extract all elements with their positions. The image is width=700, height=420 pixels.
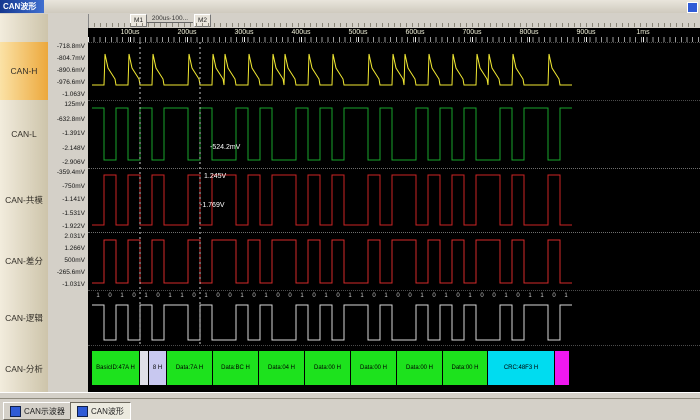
can-l-trace <box>92 108 572 160</box>
logic-bit-value: 1 <box>164 293 176 299</box>
channel-label-2[interactable]: CAN-L <box>0 100 49 169</box>
logic-bit-value: 1 <box>440 293 452 299</box>
voltage-scale-column: -718.8mV -804.7mV -890.6mV -976.6mV -1.063V 1… <box>48 14 89 392</box>
app-icon <box>77 406 88 417</box>
logic-bit-value: 0 <box>428 293 440 299</box>
scale-value: -1.531V <box>62 210 85 217</box>
waveform-plot[interactable]: BasicID:47A H8 HData:7A HData:BC HData:0… <box>88 28 700 392</box>
scale-value: -1.031V <box>62 281 85 288</box>
channel-label-3[interactable]: CAN-共模 <box>0 168 49 233</box>
ruler-ticks <box>88 23 700 27</box>
logic-bit-value: 1 <box>524 293 536 299</box>
sidebar-header <box>0 14 49 43</box>
logic-bit-value: 0 <box>188 293 200 299</box>
scale-value: -1.922V <box>62 223 85 230</box>
logic-bit-value: 0 <box>392 293 404 299</box>
logic-bit-value: 1 <box>536 293 548 299</box>
scale-value: 125mV <box>64 101 85 108</box>
scale-value: -632.8mV <box>57 116 85 123</box>
title-bar: CAN波形 <box>0 0 700 14</box>
logic-bit-value: 1 <box>464 293 476 299</box>
scale-value: -2.148V <box>62 145 85 152</box>
scale-value: -804.7mV <box>57 55 85 62</box>
logic-bit-value: 0 <box>308 293 320 299</box>
logic-bit-value: 1 <box>140 293 152 299</box>
logic-bit-value: 0 <box>404 293 416 299</box>
scale-value: -1.141V <box>62 196 85 203</box>
scale-value: -718.8mV <box>57 43 85 50</box>
taskbar-button-2[interactable]: CAN波形 <box>70 402 131 420</box>
logic-bit-value: 1 <box>356 293 368 299</box>
logic-bit-value: 1 <box>296 293 308 299</box>
channel-label-5[interactable]: CAN-逻辑 <box>0 290 49 346</box>
channel-label-1[interactable]: CAN-H <box>0 42 49 101</box>
scale-value: 500mV <box>64 257 85 264</box>
logic-bit-value: 1 <box>500 293 512 299</box>
can-differential-trace <box>92 240 572 283</box>
logic-bit-value: 1 <box>92 293 104 299</box>
logic-bit-value: 0 <box>272 293 284 299</box>
channel-label-6[interactable]: CAN-分析 <box>0 345 49 393</box>
scale-value: -890.6mV <box>57 67 85 74</box>
marker-ruler: M1 200us·100... M2 <box>0 13 700 29</box>
logic-bit-value: 0 <box>476 293 488 299</box>
taskbar-button-label: CAN示波器 <box>24 406 65 417</box>
logic-bit-value: 0 <box>212 293 224 299</box>
cursor-readout: -524.2mV <box>210 144 240 151</box>
taskbar: CAN示波器 CAN波形 <box>0 398 700 420</box>
scale-value: 1.266V <box>64 245 85 252</box>
can-waveform-window: { "window": {"title": "CAN波形"}, "ruler":… <box>0 0 700 420</box>
taskbar-button-1[interactable]: CAN示波器 <box>3 402 72 420</box>
window-title: CAN波形 <box>0 0 44 13</box>
logic-bit-value: 0 <box>152 293 164 299</box>
channel-label-4[interactable]: CAN-差分 <box>0 232 49 291</box>
logic-bit-value: 0 <box>284 293 296 299</box>
channel-sidebar: CAN-HCAN-LCAN-共模CAN-差分CAN-逻辑CAN-分析 <box>0 14 48 392</box>
scale-value: -2.906V <box>62 159 85 166</box>
can-common-mode-trace <box>92 175 572 225</box>
logic-bit-value: 0 <box>248 293 260 299</box>
logic-bit-value: 1 <box>200 293 212 299</box>
scale-value: -1.391V <box>62 130 85 137</box>
app-icon <box>10 406 21 417</box>
scale-value: -359.4mV <box>57 169 85 176</box>
logic-bit-value: 0 <box>128 293 140 299</box>
logic-bit-value: 1 <box>344 293 356 299</box>
logic-bit-value: 1 <box>260 293 272 299</box>
logic-bit-value: 0 <box>368 293 380 299</box>
cursor-readout: -1.769V <box>200 202 225 209</box>
logic-bit-value: 1 <box>176 293 188 299</box>
logic-bit-value: 0 <box>452 293 464 299</box>
logic-bit-value: 1 <box>560 293 572 299</box>
logic-bit-value: 0 <box>488 293 500 299</box>
logic-bit-value: 0 <box>104 293 116 299</box>
marker-range-label: 200us·100... <box>147 15 193 23</box>
logic-bit-value: 0 <box>224 293 236 299</box>
logic-bit-value: 0 <box>512 293 524 299</box>
logic-bit-value: 1 <box>116 293 128 299</box>
taskbar-button-label: CAN波形 <box>91 406 124 417</box>
window-control-button[interactable] <box>687 2 698 13</box>
can-h-trace <box>92 54 572 85</box>
logic-bit-value: 0 <box>332 293 344 299</box>
logic-bit-value: 1 <box>320 293 332 299</box>
logic-bit-value: 1 <box>380 293 392 299</box>
waveform-canvas <box>88 28 700 392</box>
logic-bit-value: 1 <box>416 293 428 299</box>
logic-bit-value: 0 <box>548 293 560 299</box>
cursor-readout: 1.245V <box>204 173 226 180</box>
scale-value: -265.6mV <box>57 269 85 276</box>
logic-bit-value: 1 <box>236 293 248 299</box>
scale-value: 2.031V <box>64 233 85 240</box>
scale-value: -750mV <box>62 183 85 190</box>
scale-value: -976.6mV <box>57 79 85 86</box>
can-logic-trace <box>92 305 572 340</box>
scale-value: -1.063V <box>62 91 85 98</box>
